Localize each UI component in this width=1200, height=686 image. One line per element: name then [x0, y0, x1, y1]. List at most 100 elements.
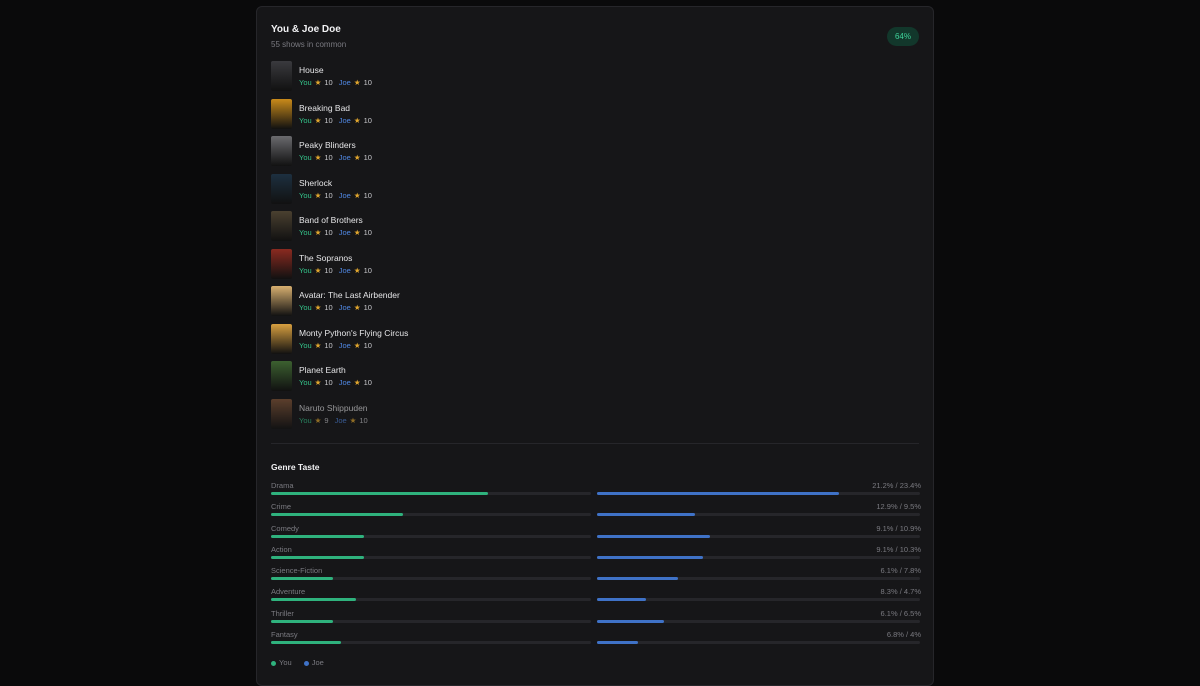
- you-rating-label: You: [299, 190, 312, 200]
- joe-rating-label: Joe: [338, 115, 351, 125]
- genre-legend: You Joe: [271, 658, 334, 667]
- joe-rating-value: 10: [363, 190, 372, 200]
- you-genre-bar: [271, 641, 341, 645]
- star-icon: ★: [314, 265, 322, 275]
- joe-rating-label: Joe: [338, 378, 351, 387]
- show-poster[interactable]: [271, 323, 292, 354]
- you-rating-value: 10: [324, 378, 333, 387]
- star-icon: ★: [314, 115, 322, 125]
- show-item[interactable]: The Sopranos You ★ 10 Joe ★ 10: [271, 248, 911, 279]
- show-poster[interactable]: [271, 61, 292, 91]
- show-title[interactable]: Breaking Bad: [299, 103, 350, 113]
- star-icon: ★: [353, 190, 361, 200]
- show-ratings: You ★ 10 Joe ★ 10: [299, 191, 372, 200]
- genre-row: Crime 12.9% / 9.5%: [271, 502, 921, 523]
- show-ratings: You ★ 10 Joe ★ 10: [299, 303, 372, 312]
- show-item[interactable]: House You ★ 10 Joe ★ 10: [271, 61, 911, 91]
- star-icon: ★: [314, 415, 322, 425]
- joe-genre-bar-track: [597, 577, 920, 581]
- joe-rating-label: Joe: [338, 78, 351, 87]
- match-percentage-badge: 64%: [887, 27, 919, 46]
- show-item[interactable]: Monty Python's Flying Circus You ★ 10 Joe ★ 10: [271, 323, 911, 354]
- joe-rating-label: Joe: [338, 340, 351, 350]
- show-ratings: You ★ 10 Joe ★ 10: [299, 266, 372, 275]
- you-genre-bar: [271, 492, 488, 495]
- you-rating-value: 10: [324, 115, 333, 125]
- show-item[interactable]: Breaking Bad You ★ 10 Joe ★ 10: [271, 98, 911, 129]
- star-icon: ★: [314, 228, 322, 237]
- comparison-header: You & Joe Doe 55 shows in common 64%: [271, 23, 919, 63]
- show-title[interactable]: Monty Python's Flying Circus: [299, 328, 408, 338]
- show-ratings: You ★ 10 Joe ★ 10: [299, 378, 372, 387]
- show-poster[interactable]: [271, 98, 292, 129]
- you-genre-bar-track: [271, 619, 591, 623]
- joe-genre-bar: [597, 555, 703, 559]
- joe-rating-value: 10: [359, 415, 368, 425]
- you-genre-bar-track: [271, 492, 591, 495]
- section-divider: [271, 443, 919, 444]
- you-genre-bar: [271, 555, 364, 559]
- you-genre-bar: [271, 619, 333, 623]
- show-title[interactable]: The Sopranos: [299, 253, 352, 263]
- you-genre-bar-track: [271, 513, 591, 517]
- joe-rating-label: Joe: [334, 415, 347, 425]
- show-title[interactable]: Planet Earth: [299, 365, 346, 375]
- joe-genre-bar-track: [597, 555, 920, 559]
- star-icon: ★: [353, 265, 361, 275]
- legend-joe-dot: [303, 660, 309, 666]
- genre-row: Drama 21.2% / 23.4%: [271, 481, 921, 502]
- you-rating-label: You: [299, 303, 312, 312]
- genre-label: Thriller: [271, 608, 294, 618]
- show-item[interactable]: Avatar: The Last Airbender You ★ 10 Joe ★ 10: [271, 286, 911, 316]
- genre-percentages: 6.1% / 7.8%: [880, 566, 921, 576]
- show-item[interactable]: Sherlock You ★ 10 Joe ★ 10: [271, 173, 911, 204]
- show-poster[interactable]: [271, 248, 292, 279]
- show-title[interactable]: Band of Brothers: [299, 215, 363, 225]
- show-item[interactable]: Peaky Blinders You ★ 10 Joe ★ 10: [271, 136, 911, 166]
- common-shows-list: House You ★ 10 Joe ★ 10 Breaking Bad You ★ 10 Joe ★ 1…: [271, 61, 911, 436]
- joe-rating-label: Joe: [338, 303, 351, 312]
- show-ratings: You ★ 10 Joe ★ 10: [299, 228, 372, 237]
- show-title[interactable]: Avatar: The Last Airbender: [299, 290, 400, 300]
- show-title[interactable]: Sherlock: [299, 178, 332, 188]
- star-icon: ★: [353, 115, 361, 125]
- genre-label: Fantasy: [271, 630, 298, 640]
- you-genre-bar-track: [271, 641, 591, 645]
- show-ratings: You ★ 10 Joe ★ 10: [299, 153, 372, 162]
- you-rating-value: 10: [324, 153, 333, 162]
- you-genre-bar-track: [271, 577, 591, 581]
- genre-percentages: 6.8% / 4%: [886, 630, 921, 640]
- show-title[interactable]: House: [299, 65, 324, 75]
- joe-genre-bar: [597, 598, 646, 602]
- show-poster[interactable]: [271, 211, 292, 241]
- show-item[interactable]: Planet Earth You ★ 10 Joe ★ 10: [271, 361, 911, 391]
- you-genre-bar-track: [271, 534, 591, 538]
- star-icon: ★: [314, 190, 322, 200]
- genre-label: Action: [271, 544, 292, 554]
- you-rating-label: You: [299, 340, 312, 350]
- show-title[interactable]: Peaky Blinders: [299, 140, 356, 150]
- show-poster[interactable]: [271, 173, 292, 204]
- show-poster[interactable]: [271, 398, 292, 429]
- show-poster[interactable]: [271, 136, 292, 166]
- star-icon: ★: [314, 78, 322, 87]
- show-poster[interactable]: [271, 286, 292, 316]
- you-rating-value: 10: [324, 340, 333, 350]
- show-poster[interactable]: [271, 361, 292, 391]
- show-title[interactable]: Naruto Shippuden: [299, 403, 368, 413]
- shows-in-common-count: 55 shows in common: [271, 40, 347, 49]
- genre-row: Fantasy 6.8% / 4%: [271, 630, 921, 651]
- genre-row: Thriller 6.1% / 6.5%: [271, 609, 921, 630]
- joe-genre-bar-track: [597, 619, 920, 623]
- genre-percentages: 12.9% / 9.5%: [876, 502, 921, 512]
- genre-taste-title: Genre Taste: [271, 462, 320, 472]
- legend-you-dot: [271, 660, 276, 666]
- you-rating-label: You: [299, 78, 312, 87]
- genre-taste-list: Drama 21.2% / 23.4% Crime 12.9% / 9.5% Comed…: [271, 481, 921, 651]
- show-item[interactable]: Band of Brothers You ★ 10 Joe ★ 10: [271, 211, 911, 241]
- joe-genre-bar: [597, 641, 638, 645]
- genre-row: Science-Fiction 6.1% / 7.8%: [271, 566, 921, 587]
- star-icon: ★: [353, 228, 361, 237]
- show-item[interactable]: Naruto Shippuden You ★ 9 Joe ★ 10: [271, 398, 911, 429]
- show-ratings: You ★ 9 Joe ★ 10: [299, 416, 368, 425]
